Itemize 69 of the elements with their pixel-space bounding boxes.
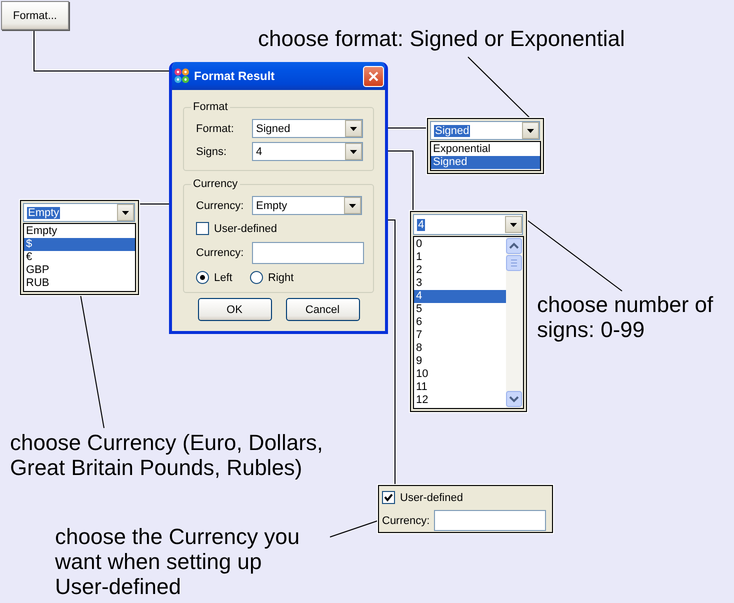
dropdown-option[interactable]: 12 xyxy=(414,394,506,407)
dropdown-arrow-button[interactable] xyxy=(117,204,134,221)
cancel-button[interactable]: Cancel xyxy=(286,298,360,321)
callout-text: choose format: Signed or Exponential xyxy=(258,26,626,51)
dropdown-option[interactable]: 5 xyxy=(414,303,506,316)
scroll-down-button[interactable] xyxy=(506,391,522,407)
dropdown-option[interactable]: Empty xyxy=(24,225,135,238)
radio-label: Left xyxy=(214,272,232,284)
dropdown-option[interactable]: RUB xyxy=(24,277,135,290)
scrollbar-thumb[interactable] xyxy=(506,255,522,271)
dropdown-arrow-button[interactable] xyxy=(345,120,362,137)
caret-icon xyxy=(350,150,357,154)
checkbox[interactable] xyxy=(196,222,209,235)
group-label: Format xyxy=(192,101,229,113)
callout-text: choose the Currency you want when setting up User-defined xyxy=(55,524,301,599)
format-button[interactable]: Format... xyxy=(1,1,69,30)
dropdown-option[interactable]: 7 xyxy=(414,329,506,342)
caret-icon xyxy=(510,222,517,226)
field-label: Currency: xyxy=(196,247,245,259)
callout-text: choose number of signs: 0-99 xyxy=(537,292,714,342)
dropdown-option[interactable]: $ xyxy=(24,238,135,251)
input-field[interactable] xyxy=(252,242,364,264)
field-label: Currency: xyxy=(382,514,430,526)
checkbox-label: User-defined xyxy=(400,492,463,504)
dropdown-option[interactable]: 6 xyxy=(414,316,506,329)
radio-button[interactable] xyxy=(250,271,263,284)
caret-icon xyxy=(350,126,357,130)
caret-icon xyxy=(349,204,356,208)
dropdown-arrow-button[interactable] xyxy=(344,197,361,214)
dropdown-field[interactable]: 4 xyxy=(413,214,523,235)
field-label: Currency: xyxy=(196,200,245,212)
radio-button[interactable] xyxy=(196,271,209,284)
close-button[interactable] xyxy=(363,66,384,86)
field-label: Format: xyxy=(196,122,235,134)
window-title: Format Result xyxy=(194,69,276,83)
ok-button[interactable]: OK xyxy=(198,298,272,321)
checkbox[interactable] xyxy=(382,491,395,504)
close-icon xyxy=(368,70,379,82)
dropdown-option[interactable]: Exponential xyxy=(431,143,540,156)
checkbox-label: User-defined xyxy=(214,222,277,234)
gears-icon xyxy=(174,68,190,84)
dropdown-field[interactable]: Signed xyxy=(430,121,540,140)
dropdown-field[interactable]: Empty xyxy=(252,196,362,215)
callout-text: choose Currency (Euro, Dollars, Great Britain Pounds, Rubles) xyxy=(10,430,324,480)
radio-label: Right xyxy=(268,272,294,284)
input-field[interactable] xyxy=(434,510,546,531)
dropdown-field[interactable]: 4 xyxy=(252,142,363,161)
dropdown-option[interactable]: Signed xyxy=(431,156,540,169)
dropdown-field[interactable]: Signed xyxy=(252,119,363,138)
dropdown-arrow-button[interactable] xyxy=(505,216,522,233)
dropdown-option[interactable]: 0 xyxy=(414,238,506,251)
dropdown-option[interactable]: 11 xyxy=(414,381,506,394)
scroll-up-button[interactable] xyxy=(506,238,522,254)
dropdown-option[interactable]: GBP xyxy=(24,264,135,277)
dropdown-option[interactable]: 8 xyxy=(414,342,506,355)
field-label: Signs: xyxy=(196,146,228,158)
dropdown-option[interactable]: 9 xyxy=(414,355,506,368)
group-label: Currency xyxy=(192,178,239,190)
dropdown-option[interactable]: 2 xyxy=(414,264,506,277)
dropdown-option[interactable]: 4 xyxy=(414,290,506,303)
dropdown-arrow-button[interactable] xyxy=(345,143,362,160)
dropdown-arrow-button[interactable] xyxy=(522,122,539,139)
dropdown-option[interactable]: 1 xyxy=(414,251,506,264)
dropdown-field[interactable]: Empty xyxy=(23,203,135,222)
dropdown-option[interactable]: € xyxy=(24,251,135,264)
caret-icon xyxy=(122,210,129,214)
dropdown-option[interactable]: 10 xyxy=(414,368,506,381)
caret-icon xyxy=(527,128,534,132)
dropdown-option[interactable]: 3 xyxy=(414,277,506,290)
